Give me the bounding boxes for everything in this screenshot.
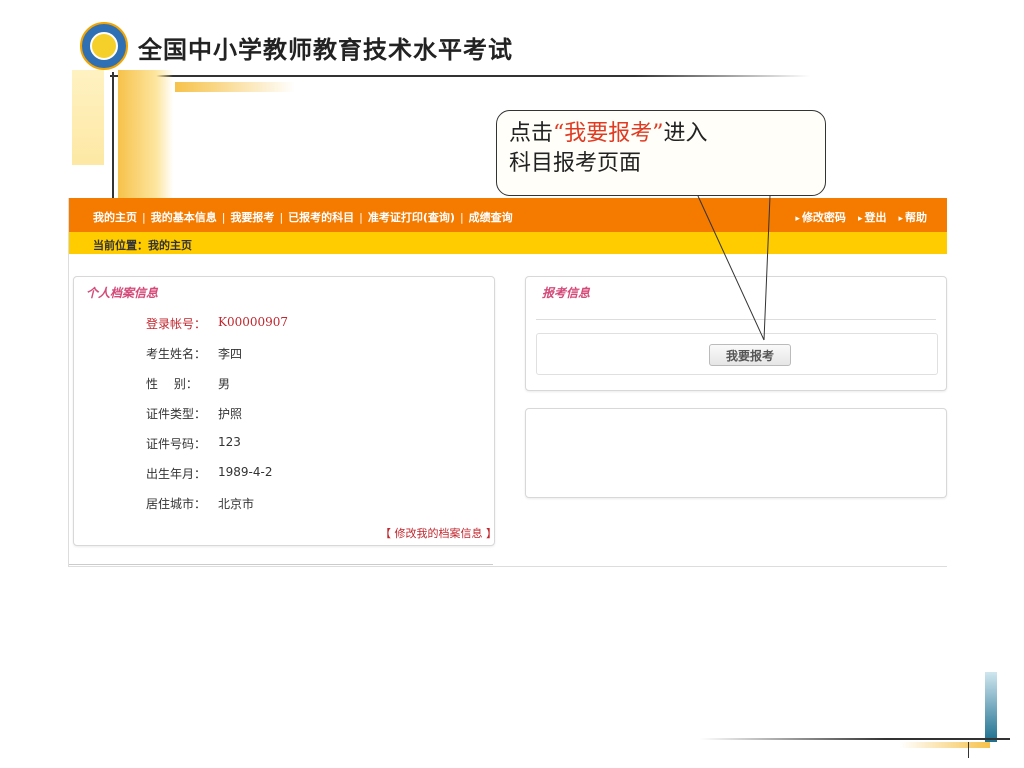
info-label: 居住城市： [146,497,207,511]
nav-item-scores[interactable]: 成绩查询 [469,211,513,224]
info-label: 证件类型： [146,407,207,421]
profile-panel-title: 个人档案信息 [86,286,159,300]
nav-separator: | [459,211,464,224]
nav-separator: | [221,211,226,224]
decor-bar [175,82,295,92]
apply-exam-button[interactable]: 我要报考 [709,344,791,366]
info-label: 考生姓名： [146,347,207,361]
info-label: 证件号码： [146,437,207,451]
nav-item-admission-ticket[interactable]: 准考证打印(查询) [368,211,455,224]
help-link[interactable]: 帮助 [898,211,927,224]
divider [536,319,936,320]
top-nav-bar: 我的主页 | 我的基本信息 | 我要报考 | 已报考的科目 | 准考证打印(查询) | 成绩查询 修… [69,198,947,232]
info-value: 1989-4-2 [218,465,273,479]
decor-line [112,72,114,200]
title-rule [110,75,810,77]
callout-text-suffix: 进入 [663,121,708,146]
info-label: 登录帐号： [146,317,207,331]
breadcrumb: 当前位置：我的主页 [69,232,947,254]
main-nav: 我的主页 | 我的基本信息 | 我要报考 | 已报考的科目 | 准考证打印(查询) | 成绩查询 [93,209,513,225]
info-label: 性 别： [146,377,198,391]
empty-panel [525,408,947,498]
info-value: 李四 [218,347,243,361]
nav-item-basic-info[interactable]: 我的基本信息 [151,211,217,224]
info-value: 北京市 [218,497,255,511]
info-value: 123 [218,435,241,449]
decor-bar [985,672,997,742]
callout-box: 点击“我要报考”进入 科目报考页面 [496,110,826,196]
callout-text-highlight: “我要报考” [553,121,664,146]
decor-bar [72,70,104,165]
nav-separator: | [142,211,146,224]
nav-item-registered-subjects[interactable]: 已报考的科目 [288,211,354,224]
breadcrumb-text: 当前位置：我的主页 [93,239,192,252]
website-screenshot: 我的主页 | 我的基本信息 | 我要报考 | 已报考的科目 | 准考证打印(查询) | 成绩查询 修… [68,198,947,567]
decor-line [700,738,1010,740]
edit-profile-link[interactable]: 【 修改我的档案信息 】 [380,525,497,541]
nav-item-apply[interactable]: 我要报考 [230,211,274,224]
info-label: 出生年月： [146,467,207,481]
divider [69,564,493,565]
account-nav: 修改密码登出帮助 [783,209,927,225]
info-value: 护照 [218,407,243,421]
change-password-link[interactable]: 修改密码 [795,211,846,224]
exam-panel-title: 报考信息 [542,286,591,300]
profile-panel: 个人档案信息 登录帐号： K00000907 考生姓名： 李四 性 别： 男 证… [73,276,497,546]
callout-text-line2: 科目报考页面 [509,151,642,176]
info-value: 男 [218,377,231,391]
nav-separator: | [359,211,363,224]
nav-separator: | [279,211,284,224]
decor-bar [900,742,990,748]
info-value: K00000907 [218,315,289,329]
decor-line [968,742,969,758]
apply-box: 我要报考 [536,333,938,375]
slide-title: 全国中小学教师教育技术水平考试 [138,36,513,64]
exam-logo-icon [80,22,128,70]
nav-item-home[interactable]: 我的主页 [93,211,137,224]
logout-link[interactable]: 登出 [858,211,887,224]
exam-info-panel: 报考信息 我要报考 [525,276,947,391]
callout-text-prefix: 点击 [509,121,554,146]
decor-bar [118,70,173,200]
